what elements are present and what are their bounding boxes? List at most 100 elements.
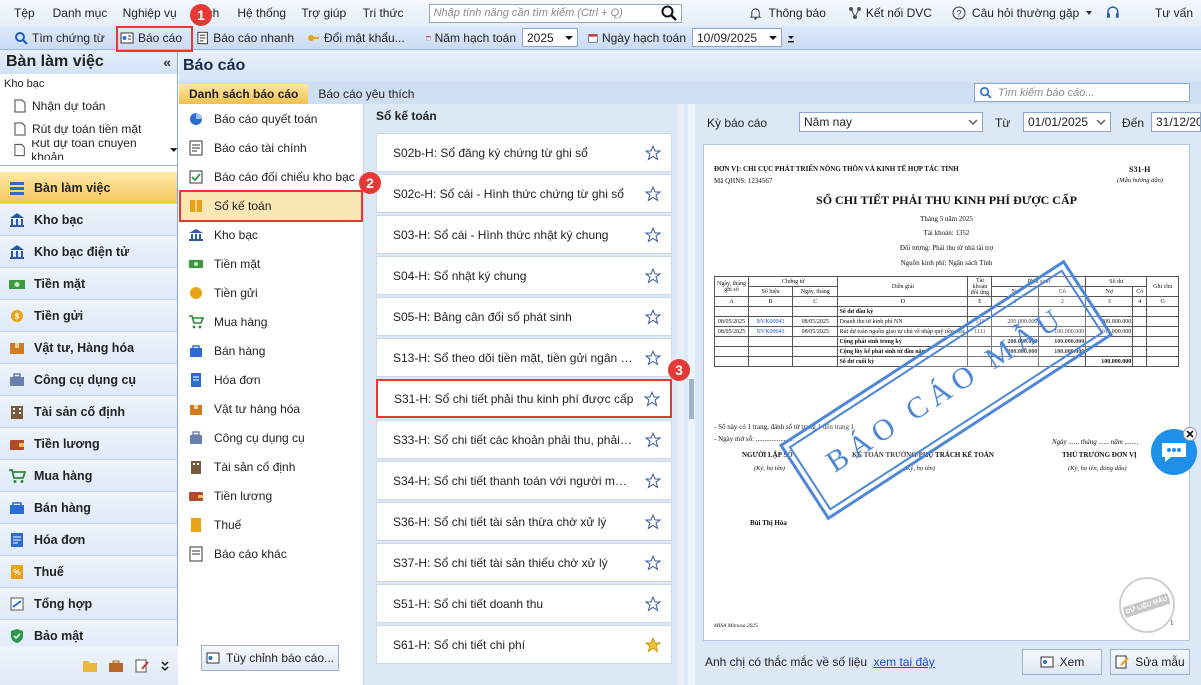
star-icon[interactable]: [645, 267, 661, 284]
report-search-box[interactable]: Tìm kiếm báo cáo...: [974, 83, 1190, 102]
report-item[interactable]: S02c-H: Sổ cái - Hình thức chứng từ ghi …: [376, 174, 672, 213]
category-other[interactable]: Báo cáo khác: [179, 539, 363, 568]
fiscal-date-picker[interactable]: 10/09/2025: [692, 28, 782, 47]
nav-deposits[interactable]: $ Tiền gửi: [0, 300, 177, 332]
nav-cash[interactable]: Tiền mặt: [0, 268, 177, 300]
category-treasury[interactable]: Kho bạc: [179, 220, 363, 249]
expand-more-icon[interactable]: [160, 659, 170, 673]
collapse-panel-icon[interactable]: «: [163, 54, 171, 70]
menu-file[interactable]: Tệp: [0, 6, 45, 20]
search-icon[interactable]: [661, 5, 678, 21]
toolbar-overflow-icon[interactable]: [786, 30, 796, 46]
report-search-input[interactable]: Tìm kiếm báo cáo...: [998, 87, 1095, 99]
star-icon[interactable]: [645, 185, 661, 202]
star-icon[interactable]: [645, 349, 661, 366]
category-invoice[interactable]: Hóa đơn: [179, 365, 363, 394]
star-icon[interactable]: [645, 554, 661, 571]
nav-payroll[interactable]: Tiền lương: [0, 428, 177, 460]
menu-knowledge[interactable]: Tri thức: [355, 6, 429, 20]
report-item[interactable]: S61-H: Sổ chi tiết chi phí: [376, 625, 672, 664]
category-sales[interactable]: Bán hàng: [179, 336, 363, 365]
menu-operations[interactable]: Nghiệp vụ: [115, 6, 185, 20]
notifications-button[interactable]: Thông báo: [741, 6, 833, 20]
faq-button[interactable]: ? Câu hỏi thường gặp: [944, 6, 1101, 20]
from-date-picker[interactable]: 01/01/2025: [1023, 112, 1111, 132]
nav-tax[interactable]: % Thuế: [0, 556, 177, 588]
nav-invoice[interactable]: Hóa đơn: [0, 524, 177, 556]
category-purchase[interactable]: Mua hàng: [179, 307, 363, 336]
nav-e-treasury[interactable]: Kho bạc điện tử: [0, 236, 177, 268]
report-item[interactable]: S37-H: Sổ chi tiết tài sản thiếu chờ xử …: [376, 543, 672, 582]
consult-button[interactable]: Tư vấn: [1147, 6, 1201, 20]
scroll-down-icon[interactable]: [169, 146, 177, 154]
star-icon[interactable]: [645, 308, 661, 325]
to-date-picker[interactable]: 31/12/20: [1151, 112, 1201, 132]
category-cash[interactable]: Tiền mặt: [179, 249, 363, 278]
view-button[interactable]: Xem: [1022, 649, 1102, 675]
nav-materials[interactable]: Vật tư, Hàng hóa: [0, 332, 177, 364]
category-deposits[interactable]: Tiền gửi: [179, 278, 363, 307]
edit-template-button[interactable]: Sửa mẫu: [1110, 649, 1190, 675]
tree-item-receive-estimate[interactable]: Nhận dự toán: [0, 94, 177, 117]
scrollbar[interactable]: [677, 104, 684, 685]
find-documents-button[interactable]: Tìm chứng từ: [0, 27, 114, 49]
report-item[interactable]: S03-H: Sổ cái - Hình thức nhật ký chung: [376, 215, 672, 254]
nav-workspace[interactable]: Bàn làm việc: [0, 172, 177, 204]
menu-system[interactable]: Hệ thống: [229, 6, 293, 20]
view-here-link[interactable]: xem tai đây: [873, 655, 934, 669]
star-icon[interactable]: [645, 226, 661, 243]
nav-treasury[interactable]: Kho bạc: [0, 204, 177, 236]
menu-catalog[interactable]: Danh mục: [45, 6, 115, 20]
report-item[interactable]: S02b-H: Sổ đăng ký chứng từ ghi sổ: [376, 133, 672, 172]
paper-table-row: Số dư đầu kỳ: [714, 306, 1179, 317]
folder-icon[interactable]: [82, 659, 98, 673]
quick-report-button[interactable]: Báo cáo nhanh: [190, 27, 300, 49]
star-icon[interactable]: [645, 431, 661, 448]
chat-close-icon[interactable]: [1183, 427, 1197, 441]
nav-fixed-assets[interactable]: Tài sản cố định: [0, 396, 177, 428]
nav-sales[interactable]: Bán hàng: [0, 492, 177, 524]
category-tools[interactable]: Công cụ dụng cụ: [179, 423, 363, 452]
briefcase-icon[interactable]: [108, 659, 124, 673]
star-icon[interactable]: [644, 390, 660, 407]
category-payroll[interactable]: Tiền lương: [179, 481, 363, 510]
tab-favorite-reports[interactable]: Báo cáo yêu thích: [308, 84, 424, 104]
category-inventory[interactable]: Vật tư hàng hóa: [179, 394, 363, 423]
panel-splitter[interactable]: [688, 104, 695, 685]
star-filled-icon[interactable]: [645, 636, 661, 653]
feature-search-input[interactable]: Nhập tính năng cần tìm kiếm (Ctrl + Q): [434, 7, 623, 19]
star-icon[interactable]: [645, 513, 661, 530]
nav-tools[interactable]: Công cụ dụng cụ: [0, 364, 177, 396]
customize-report-button[interactable]: Tùy chỉnh báo cáo...: [201, 645, 339, 671]
period-select[interactable]: Năm nay: [799, 112, 983, 132]
star-icon[interactable]: [645, 144, 661, 161]
report-item[interactable]: S33-H: Sổ chi tiết các khoản phải thu, p…: [376, 420, 672, 459]
feature-search-box[interactable]: Nhập tính năng cần tìm kiếm (Ctrl + Q): [428, 3, 683, 23]
tree-item-transfer-withdrawal[interactable]: Rút dự toán chuyển khoản: [0, 140, 177, 160]
category-treasury-reconcile[interactable]: Báo cáo đối chiếu kho bạc: [179, 162, 363, 191]
menu-help[interactable]: Trợ giúp: [293, 6, 354, 20]
tab-report-list[interactable]: Danh sách báo cáo: [179, 84, 309, 104]
nav-summary[interactable]: Tổng hợp: [0, 588, 177, 620]
fiscal-year-select[interactable]: 2025: [522, 28, 578, 47]
nav-purchase[interactable]: Mua hàng: [0, 460, 177, 492]
star-icon[interactable]: [645, 595, 661, 612]
category-fixed-assets[interactable]: Tài sản cố định: [179, 452, 363, 481]
change-password-button[interactable]: Đổi mật khẩu...: [300, 27, 420, 49]
report-item[interactable]: S31-H: Sổ chi tiết phải thu kinh phí đượ…: [376, 379, 672, 418]
report-item[interactable]: S13-H: Sổ theo dõi tiền mặt, tiền gửi ng…: [376, 338, 672, 377]
headset-icon[interactable]: [1105, 5, 1121, 21]
category-financial[interactable]: Báo cáo tài chính: [179, 133, 363, 162]
report-item[interactable]: S05-H: Bảng cân đối số phát sinh: [376, 297, 672, 336]
connect-dvc-button[interactable]: Kết nối DVC: [840, 6, 940, 20]
tree-item-cash-withdrawal[interactable]: Rút dự toán tiền mặt: [0, 117, 177, 140]
category-tax[interactable]: Thuế: [179, 510, 363, 539]
report-item[interactable]: S36-H: Sổ chi tiết tài sản thừa chờ xử l…: [376, 502, 672, 541]
report-item[interactable]: S34-H: Sổ chi tiết thanh toán với người …: [376, 461, 672, 500]
report-item[interactable]: S04-H: Sổ nhật ký chung: [376, 256, 672, 295]
report-item[interactable]: S51-H: Sổ chi tiết doanh thu: [376, 584, 672, 623]
splitter-handle[interactable]: [689, 379, 694, 419]
category-settlement[interactable]: Báo cáo quyết toán: [179, 104, 363, 133]
star-icon[interactable]: [645, 472, 661, 489]
edit-document-icon[interactable]: [134, 659, 150, 673]
